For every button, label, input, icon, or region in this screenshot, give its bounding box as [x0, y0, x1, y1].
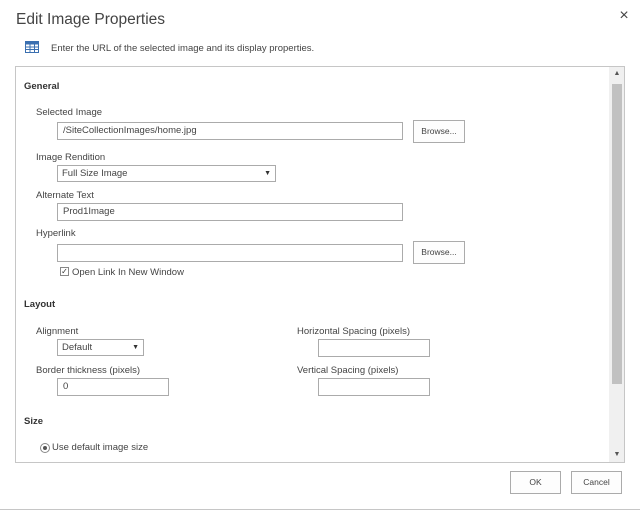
selected-image-label: Selected Image	[36, 107, 103, 118]
open-new-window-label: Open Link In New Window	[72, 267, 184, 278]
horizontal-spacing-input[interactable]	[318, 339, 430, 357]
border-thickness-label: Border thickness (pixels)	[36, 365, 141, 376]
layout-heading: Layout	[24, 299, 56, 310]
hyperlink-browse-button[interactable]: Browse...	[413, 241, 465, 264]
default-size-label: Use default image size	[52, 442, 149, 453]
border-thickness-input[interactable]: 0	[57, 378, 169, 396]
intro-text: Enter the URL of the selected image and …	[51, 43, 315, 54]
image-rendition-select[interactable]: Full Size Image ▼	[57, 165, 276, 182]
vertical-spacing-input[interactable]	[318, 378, 430, 396]
hyperlink-input[interactable]	[57, 244, 403, 262]
alignment-value: Default	[62, 342, 93, 353]
hyperlink-label: Hyperlink	[36, 228, 76, 239]
scrollbar[interactable]: ▲ ▼	[609, 67, 624, 462]
properties-panel: General Selected Image /SiteCollectionIm…	[15, 66, 625, 463]
image-rendition-value: Full Size Image	[62, 168, 128, 179]
alternate-text-input[interactable]: Prod1Image	[57, 203, 403, 221]
image-rendition-label: Image Rendition	[36, 152, 106, 163]
alignment-select[interactable]: Default ▼	[57, 339, 144, 356]
vertical-spacing-label: Vertical Spacing (pixels)	[297, 365, 399, 376]
table-icon	[25, 41, 39, 53]
horizontal-spacing-label: Horizontal Spacing (pixels)	[297, 326, 410, 337]
chevron-up-icon[interactable]: ▲	[609, 67, 624, 81]
general-heading: General	[24, 81, 60, 92]
alignment-label: Alignment	[36, 326, 79, 337]
size-heading: Size	[24, 416, 44, 427]
dialog-bottom-border	[0, 509, 640, 510]
selected-image-browse-button[interactable]: Browse...	[413, 120, 465, 143]
default-size-radio[interactable]	[40, 443, 50, 453]
alternate-text-label: Alternate Text	[36, 190, 94, 201]
ok-button[interactable]: OK	[510, 471, 561, 494]
scrollbar-thumb[interactable]	[612, 84, 622, 384]
chevron-down-icon: ▼	[132, 344, 139, 351]
chevron-down-icon: ▼	[264, 170, 271, 177]
chevron-down-icon[interactable]: ▼	[609, 448, 624, 462]
selected-image-input[interactable]: /SiteCollectionImages/home.jpg	[57, 122, 403, 140]
dialog-title: Edit Image Properties	[16, 11, 166, 28]
close-icon[interactable]: ×	[614, 6, 634, 26]
open-new-window-checkbox[interactable]: ✓	[60, 267, 69, 276]
edit-image-properties-dialog: Edit Image Properties × Enter the URL of…	[0, 0, 640, 514]
cancel-button[interactable]: Cancel	[571, 471, 622, 494]
